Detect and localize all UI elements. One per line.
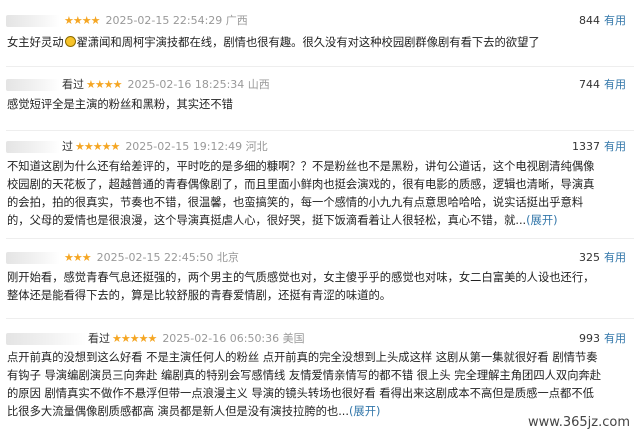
review-time: 2025-02-16 06:50:36: [162, 332, 280, 345]
review-header: 过 ★★★★★ 2025-02-15 19:12:49 河北 1337 有用: [6, 139, 634, 155]
useful-count: 993: [579, 332, 600, 345]
review-text: 不知道这剧为什么还有给差评的，平时吃的是多细的糠啊？？不是粉丝也不是黑粉，讲句公…: [7, 160, 595, 227]
review-location: 北京: [216, 251, 239, 264]
expand-link[interactable]: (展开): [349, 405, 380, 418]
useful-count: 325: [579, 251, 600, 264]
review-time: 2025-02-16 18:25:34: [127, 78, 245, 91]
rating-stars: ★★★★★: [75, 140, 120, 153]
divider: [6, 318, 634, 319]
rating-stars: ★★★: [64, 251, 92, 264]
review-header: 看过 ★★★★ 2025-02-16 18:25:34 山西 744 有用: [6, 77, 634, 93]
useful-count: 744: [579, 78, 600, 91]
useful-button[interactable]: 有用: [604, 140, 626, 153]
watermark: www.365jz.com: [528, 415, 630, 430]
avatar[interactable]: [6, 333, 86, 345]
watched-label: 看过: [88, 332, 110, 345]
smiley-icon: [64, 36, 76, 47]
useful-button[interactable]: 有用: [604, 14, 626, 27]
avatar[interactable]: [6, 79, 60, 91]
review-text: 点开前真的没想到这么好看 不是主演任何人的粉丝 点开前真的完全没想到上头成这样 …: [7, 351, 602, 418]
review-time: 2025-02-15 22:54:29: [105, 14, 223, 27]
review-text: 女主好灵动 翟潇闻和周柯宇演技都在线，剧情也很有趣。很久没有对这种校园剧群像剧有看…: [7, 36, 540, 49]
avatar[interactable]: [6, 252, 60, 264]
review-location: 河北: [245, 140, 268, 153]
watched-label: 过: [62, 140, 73, 153]
useful-count: 1337: [572, 140, 600, 153]
review-header: 看过 ★★★★★ 2025-02-16 06:50:36 美国 993 有用: [6, 331, 634, 347]
rating-stars: ★★★★: [86, 78, 122, 91]
expand-link[interactable]: (展开): [526, 214, 557, 227]
review-header: ★★★★ 2025-02-15 22:54:29 广西 844 有用: [6, 13, 634, 29]
review-text: 感觉短评全是主演的粉丝和黑粉，其实还不错: [7, 98, 233, 111]
rating-stars: ★★★★★: [112, 332, 157, 345]
avatar[interactable]: [6, 141, 60, 153]
useful-count: 844: [579, 14, 600, 27]
divider: [6, 66, 634, 67]
useful-vote: 993 有用: [579, 331, 626, 347]
useful-button[interactable]: 有用: [604, 251, 626, 264]
review-text: 刚开始看，感觉青春气息还挺强的，两个男主的气质感觉也对，女主傻乎乎的感觉也对味，…: [7, 271, 595, 302]
review-time: 2025-02-15 22:45:50: [96, 251, 214, 264]
watched-label: 看过: [62, 78, 84, 91]
divider: [6, 130, 634, 131]
useful-vote: 744 有用: [579, 77, 626, 93]
review-location: 广西: [225, 14, 248, 27]
useful-vote: 1337 有用: [572, 139, 626, 155]
avatar[interactable]: [6, 15, 60, 27]
review-time: 2025-02-15 19:12:49: [125, 140, 243, 153]
review-location: 山西: [247, 78, 270, 91]
review-location: 美国: [282, 332, 305, 345]
review-header: ★★★ 2025-02-15 22:45:50 北京 325 有用: [6, 250, 634, 266]
useful-button[interactable]: 有用: [604, 332, 626, 345]
useful-button[interactable]: 有用: [604, 78, 626, 91]
useful-vote: 844 有用: [579, 13, 626, 29]
useful-vote: 325 有用: [579, 250, 626, 266]
divider: [6, 238, 634, 239]
rating-stars: ★★★★: [64, 14, 100, 27]
